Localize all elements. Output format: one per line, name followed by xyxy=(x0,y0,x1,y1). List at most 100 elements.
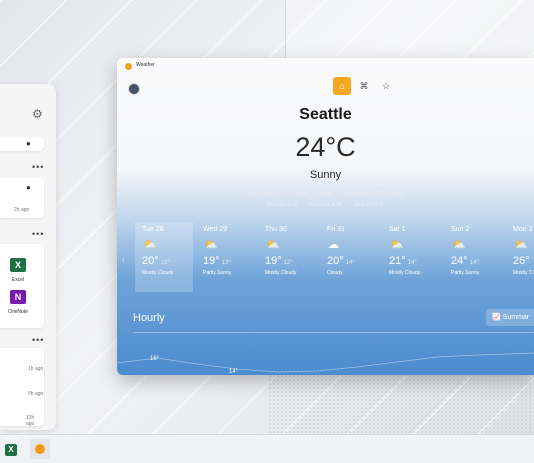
forecast-description: Partly Sunny xyxy=(203,270,232,276)
weather-details-row-2: Visibility 6 mi Humidity 41% Dew Point 6… xyxy=(117,202,534,208)
forecast-high: 21° xyxy=(389,255,406,267)
navigation-bar: ⌂ ⌘ ☆ xyxy=(333,77,395,95)
forecast-description: Partly Sunny xyxy=(451,270,480,276)
forecast-day[interactable]: Tue 28 ⛅ 20° 13° Mostly Cloudy xyxy=(135,222,193,292)
onenote-app-icon[interactable]: N xyxy=(10,290,26,304)
hourly-temp-label: 16° xyxy=(150,356,160,362)
forecast-day[interactable]: Thu 30 ⛅ 19° 12° Mostly Cloudy xyxy=(258,222,316,292)
weather-window: Weather ⌂ ⌘ ☆ Seattle 24°C Sunny Feels L… xyxy=(117,58,534,375)
forecast-description: Cloudy xyxy=(327,270,343,276)
recent-timestamp: 5h ago xyxy=(28,391,44,397)
excel-label: Excel xyxy=(11,277,25,283)
sun-icon xyxy=(35,444,45,454)
hourly-temperature-line xyxy=(117,352,534,373)
hourly-heading: Hourly xyxy=(133,312,165,324)
title-bar[interactable]: Weather xyxy=(117,58,534,74)
partly-cloudy-icon: ⛅ xyxy=(514,239,528,251)
forecast-high: 19° xyxy=(265,255,282,267)
current-temperature: 24°C xyxy=(295,132,356,162)
forecast-description: Mostly Cloudy xyxy=(142,270,174,276)
apps-card: X Excel N OneNote xyxy=(0,244,44,328)
forecast-high: 20° xyxy=(142,255,159,267)
forecast-temps: 26° xyxy=(513,255,530,267)
forecast-temps: 20° 14° xyxy=(327,255,355,267)
forecast-high: 20° xyxy=(327,255,344,267)
weather-details-row-1: Feels Like 18° Wind → 10 mph Barometer 1… xyxy=(117,191,534,197)
news-card[interactable]: ● 2h ago xyxy=(0,178,44,218)
forecast-low: 13° xyxy=(221,260,231,266)
excel-app-icon[interactable]: X xyxy=(10,258,26,272)
forecast-description: Mostly Cloudy xyxy=(389,270,421,276)
partly-sunny-icon: ⛅ xyxy=(452,239,466,251)
chart-icon: 📈 xyxy=(492,314,501,321)
forecast-day[interactable]: Wed 29 ⛅ 19° 13° Partly Sunny xyxy=(196,222,254,292)
visibility-value: Visibility 6 mi xyxy=(265,202,298,208)
microphone-icon[interactable]: ● xyxy=(26,184,32,192)
forecast-day[interactable]: Sun 2 ⛅ 24° 14° Partly Sunny xyxy=(444,222,502,292)
forecast-high: 26° xyxy=(513,255,530,267)
taskbar: X xyxy=(0,434,534,463)
scroll-left-icon[interactable]: ‹ xyxy=(122,255,125,264)
city-name: Seattle xyxy=(299,106,352,123)
forecast-low: 12° xyxy=(283,260,293,266)
forecast-description: Mostly Cloudy xyxy=(265,270,297,276)
forecast-low: 14° xyxy=(345,260,355,266)
hourly-chart xyxy=(117,352,534,373)
more-options-icon[interactable]: ••• xyxy=(32,336,44,345)
forecast-temps: 24° 14° xyxy=(451,255,479,267)
microphone-icon[interactable]: ● xyxy=(26,140,32,148)
forecast-day-name: Mon 3 xyxy=(513,226,533,233)
feels-like-value: Feels Like 18° xyxy=(248,191,284,197)
forecast-temps: 20° 13° xyxy=(142,255,170,267)
account-avatar[interactable] xyxy=(128,83,140,95)
forecast-low: 14° xyxy=(469,260,479,266)
forecast-day[interactable]: Fri 31 ☁ 20° 14° Cloudy xyxy=(320,222,378,292)
cloudy-icon: ☁ xyxy=(328,239,339,251)
partly-cloudy-icon: ⛅ xyxy=(266,239,280,251)
forecast-temps: 19° 13° xyxy=(203,255,231,267)
forecast-low: 14° xyxy=(407,260,417,266)
wind-value: Wind → 10 mph xyxy=(294,191,334,197)
search-card[interactable]: ● xyxy=(0,137,44,151)
settings-gear-icon[interactable]: ⚙ xyxy=(32,108,44,120)
summary-label: Summar xyxy=(502,314,530,321)
forecast-high: 24° xyxy=(451,255,468,267)
current-condition: Sunny xyxy=(309,169,342,181)
background-window xyxy=(285,0,534,60)
forecast-description: Mostly Cl xyxy=(513,270,534,276)
onenote-label: OneNote xyxy=(7,309,28,315)
news-timestamp: 2h ago xyxy=(14,207,30,213)
forecast-high: 19° xyxy=(203,255,220,267)
favorites-icon[interactable]: ☆ xyxy=(377,77,395,95)
forecast-day-name: Sun 2 xyxy=(451,226,470,233)
window-title: Weather xyxy=(136,62,155,68)
hourly-temp-label: 14° xyxy=(229,369,239,375)
weather-app-icon xyxy=(125,63,132,70)
forecast-temps: 19° 12° xyxy=(265,255,293,267)
forecast-day[interactable]: Mon 3 ⛅ 26° Mostly Cl xyxy=(506,222,534,292)
widgets-panel: ⚙ ● ••• ● 2h ago ••• X Excel N OneNote •… xyxy=(0,84,56,430)
forecast-day[interactable]: Sat 1 ⛅ 21° 14° Mostly Cloudy xyxy=(382,222,440,292)
forecast-low: 13° xyxy=(160,260,170,266)
forecast-day-name: Tue 28 xyxy=(142,226,164,233)
partly-cloudy-icon: ⛅ xyxy=(390,239,404,251)
forecast-temps: 21° 14° xyxy=(389,255,417,267)
excel-taskbar-icon[interactable]: X xyxy=(5,444,17,456)
home-icon[interactable]: ⌂ xyxy=(333,77,351,95)
partly-sunny-icon: ⛅ xyxy=(204,239,218,251)
recent-timestamp: 12h ago xyxy=(26,415,35,427)
radar-icon[interactable]: ⌘ xyxy=(355,77,373,95)
partly-cloudy-icon: ⛅ xyxy=(143,239,157,251)
weather-taskbar-icon[interactable] xyxy=(30,439,50,459)
more-options-icon[interactable]: ••• xyxy=(32,230,44,239)
forecast-day-name: Sat 1 xyxy=(389,226,406,233)
more-options-icon[interactable]: ••• xyxy=(32,163,44,172)
recent-files-card[interactable]: 1h ago 5h ago 12h ago xyxy=(0,348,44,427)
forecast-day-name: Wed 29 xyxy=(203,226,227,233)
summary-button[interactable]: 📈 Summar xyxy=(486,309,534,326)
divider xyxy=(133,332,534,333)
recent-timestamp: 1h ago xyxy=(28,366,44,372)
barometer-value: Barometer 1019.00 hPa xyxy=(344,191,403,197)
humidity-value: Humidity 41% xyxy=(309,202,343,208)
dew-point-value: Dew Point 6° xyxy=(353,202,386,208)
